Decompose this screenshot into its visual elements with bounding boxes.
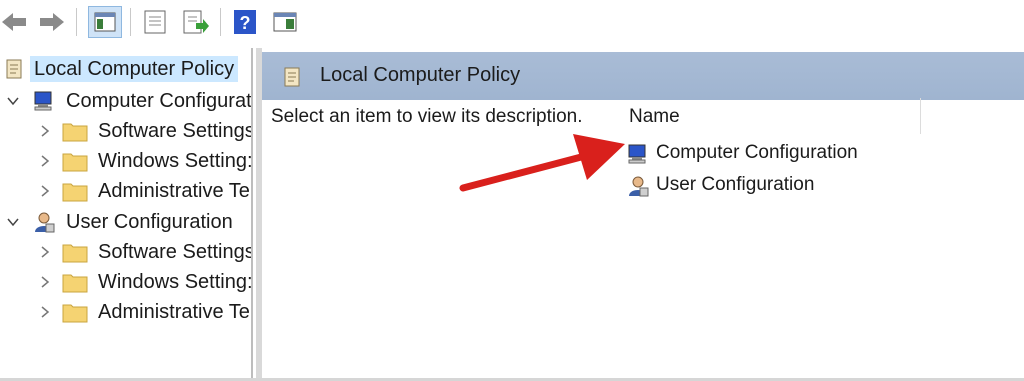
folder-icon bbox=[62, 270, 88, 294]
tree-item-administrative-templates[interactable]: Administrative Te bbox=[0, 176, 251, 206]
pane-splitter[interactable] bbox=[251, 48, 253, 381]
list-item-label: User Configuration bbox=[656, 174, 815, 195]
tree-item-software-settings[interactable]: Software Settings bbox=[0, 237, 251, 267]
chevron-right-icon[interactable] bbox=[38, 245, 52, 259]
export-list-icon[interactable] bbox=[180, 7, 210, 37]
list-item-label: Computer Configuration bbox=[656, 142, 858, 163]
column-header-name[interactable]: Name bbox=[629, 106, 680, 128]
description-text: Select an item to view its description. bbox=[271, 106, 583, 127]
chevron-right-icon[interactable] bbox=[38, 124, 52, 138]
computer-config-icon bbox=[32, 89, 56, 113]
chevron-right-icon[interactable] bbox=[38, 305, 52, 319]
folder-icon bbox=[62, 300, 88, 324]
folder-icon bbox=[62, 179, 88, 203]
tree-item-label: Windows Setting: bbox=[98, 150, 251, 172]
folder-icon bbox=[62, 119, 88, 143]
folder-icon bbox=[62, 240, 88, 264]
tree-item-user-configuration[interactable]: User Configuration bbox=[0, 207, 251, 237]
tree-item-label: Administrative Te bbox=[98, 301, 250, 323]
properties-icon[interactable] bbox=[140, 7, 170, 37]
tree-item-software-settings[interactable]: Software Settings bbox=[0, 116, 251, 146]
tree-item-local-computer-policy[interactable]: Local Computer Policy bbox=[0, 54, 251, 84]
tree-item-windows-settings[interactable]: Windows Setting: bbox=[0, 146, 251, 176]
help-icon[interactable]: ? bbox=[230, 7, 260, 37]
tree-item-label: Windows Setting: bbox=[98, 271, 251, 293]
action-pane-icon[interactable] bbox=[270, 7, 300, 37]
user-config-icon bbox=[32, 210, 56, 234]
chevron-down-icon[interactable] bbox=[6, 94, 20, 108]
console-tree-icon[interactable] bbox=[88, 6, 122, 38]
policy-scroll-icon bbox=[2, 57, 26, 81]
tree-item-label: User Configuration bbox=[66, 211, 233, 233]
chevron-down-icon[interactable] bbox=[6, 215, 20, 229]
chevron-right-icon[interactable] bbox=[38, 275, 52, 289]
forward-arrow-icon[interactable] bbox=[36, 7, 66, 37]
details-header: Local Computer Policy bbox=[262, 52, 1024, 100]
details-pane: Local Computer Policy Select an item to … bbox=[262, 48, 1024, 381]
chevron-right-icon[interactable] bbox=[38, 184, 52, 198]
policy-scroll-icon bbox=[280, 65, 304, 89]
toolbar: ? bbox=[0, 0, 1024, 44]
annotation-arrow-icon bbox=[455, 130, 630, 200]
tree-item-label: Administrative Te bbox=[98, 180, 250, 202]
tree-item-label: Software Settings bbox=[98, 120, 251, 142]
details-title: Local Computer Policy bbox=[320, 64, 521, 86]
tree-item-administrative-templates[interactable]: Administrative Te bbox=[0, 297, 251, 327]
tree-item-windows-settings[interactable]: Windows Setting: bbox=[0, 267, 251, 297]
console-tree: Local Computer Policy Computer Configura… bbox=[0, 48, 251, 381]
list-item-user-configuration[interactable]: User Configuration bbox=[626, 172, 926, 200]
back-arrow-icon[interactable] bbox=[0, 7, 30, 37]
folder-icon bbox=[62, 149, 88, 173]
list-item-computer-configuration[interactable]: Computer Configuration bbox=[626, 140, 926, 168]
column-divider[interactable] bbox=[920, 98, 921, 134]
svg-text:?: ? bbox=[240, 13, 251, 33]
tree-item-label: Computer Configurat bbox=[66, 90, 251, 112]
tree-item-label: Local Computer Policy bbox=[30, 56, 239, 82]
tree-item-label: Software Settings bbox=[98, 241, 251, 263]
chevron-right-icon[interactable] bbox=[38, 154, 52, 168]
tree-item-computer-configuration[interactable]: Computer Configurat bbox=[0, 86, 251, 116]
